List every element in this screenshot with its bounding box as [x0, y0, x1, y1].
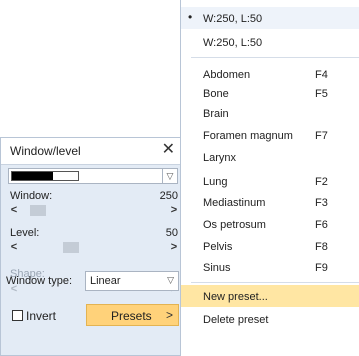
- menu-item-current[interactable]: • W:250, L:50: [181, 7, 359, 29]
- menu-item-label: Delete preset: [203, 314, 269, 326]
- level-decrease-icon[interactable]: <: [8, 241, 20, 254]
- window-decrease-icon[interactable]: <: [8, 204, 20, 217]
- level-label: Level:: [10, 227, 40, 239]
- invert-label[interactable]: Invert: [26, 309, 56, 323]
- panel-title: Window/level: [10, 144, 81, 158]
- menu-separator: [191, 57, 359, 58]
- menu-item-pelvis[interactable]: Pelvis F8: [181, 235, 359, 257]
- invert-checkbox[interactable]: [12, 310, 23, 321]
- menu-item-shortcut: F3: [315, 197, 328, 209]
- menu-item-label: Lung: [203, 176, 228, 188]
- menu-item-label: Foramen magnum: [203, 130, 293, 142]
- menu-item-os-petrosum[interactable]: Os petrosum F6: [181, 213, 359, 235]
- menu-item-label: W:250, L:50: [203, 13, 263, 25]
- menu-item-label: Os petrosum: [203, 219, 266, 231]
- window-type-value: Linear: [90, 275, 121, 287]
- presets-menu: • W:250, L:50 W:250, L:50 Abdomen F4 Bon…: [180, 0, 359, 356]
- menu-item-shortcut: F6: [315, 219, 328, 231]
- menu-item-label: Abdomen: [203, 69, 251, 81]
- window-label: Window:: [10, 190, 53, 202]
- menu-separator: [191, 282, 359, 283]
- level-slider[interactable]: < >: [8, 241, 180, 254]
- menu-item-label: W:250, L:50: [203, 37, 263, 49]
- window-type-label: Window type:: [6, 275, 73, 287]
- chevron-right-icon: >: [165, 308, 173, 322]
- menu-item-delete-preset[interactable]: Delete preset: [181, 308, 359, 330]
- chevron-down-icon[interactable]: ▽: [167, 275, 174, 286]
- radio-bullet-icon: •: [188, 10, 193, 24]
- menu-item-shortcut: F5: [315, 88, 328, 100]
- menu-item-label: Brain: [203, 108, 229, 120]
- panel-header: Window/level ✕: [1, 138, 183, 165]
- presets-button[interactable]: Presets >: [86, 304, 179, 326]
- menu-item-lung[interactable]: Lung F2: [181, 170, 359, 192]
- menu-item-mediastinum[interactable]: Mediastinum F3: [181, 191, 359, 213]
- menu-item-label: Sinus: [203, 262, 231, 274]
- close-icon[interactable]: ✕: [162, 140, 175, 160]
- menu-item-bone[interactable]: Bone F5: [181, 82, 359, 104]
- presets-label: Presets: [111, 309, 152, 323]
- color-lut-dropdown[interactable]: ▽: [8, 168, 178, 184]
- menu-item-shortcut: F8: [315, 241, 328, 253]
- level-slider-thumb[interactable]: [63, 242, 79, 253]
- menu-item-larynx[interactable]: Larynx: [181, 146, 359, 168]
- window-value: 250: [159, 190, 178, 202]
- menu-item-label: Mediastinum: [203, 197, 266, 209]
- lut-swatch: [11, 171, 79, 181]
- level-value: 50: [165, 227, 178, 239]
- menu-item-label: New preset...: [203, 291, 268, 303]
- level-increase-icon[interactable]: >: [168, 241, 180, 254]
- menu-item-shortcut: F4: [315, 69, 328, 81]
- chevron-down-icon[interactable]: ▽: [162, 169, 177, 183]
- menu-item-shortcut: F9: [315, 262, 328, 274]
- menu-item-default[interactable]: W:250, L:50: [181, 31, 359, 53]
- menu-item-label: Larynx: [203, 152, 237, 164]
- menu-item-label: Pelvis: [203, 241, 233, 253]
- menu-item-new-preset[interactable]: New preset...: [181, 285, 359, 307]
- menu-item-shortcut: F7: [315, 130, 328, 142]
- menu-item-label: Bone: [203, 88, 229, 100]
- menu-item-sinus[interactable]: Sinus F9: [181, 256, 359, 278]
- menu-item-shortcut: F2: [315, 176, 328, 188]
- window-slider-thumb[interactable]: [30, 205, 46, 216]
- menu-item-brain[interactable]: Brain: [181, 102, 359, 124]
- menu-item-foramen-magnum[interactable]: Foramen magnum F7: [181, 124, 359, 146]
- window-type-select[interactable]: Linear ▽: [85, 271, 179, 291]
- window-increase-icon[interactable]: >: [168, 204, 180, 217]
- window-slider[interactable]: < >: [8, 204, 180, 217]
